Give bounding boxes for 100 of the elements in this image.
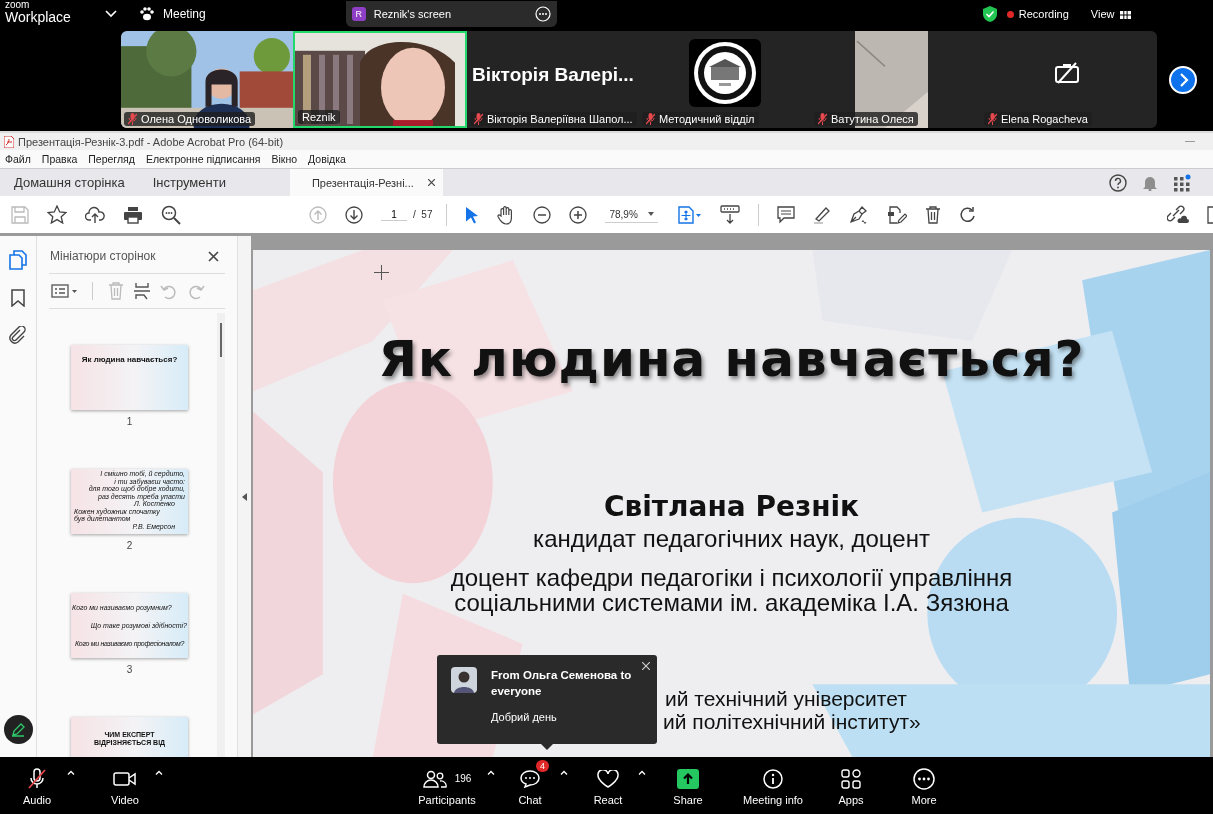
panel-icon[interactable] — [1207, 205, 1213, 224]
view-button[interactable]: View — [1090, 8, 1115, 20]
trash-icon[interactable] — [924, 205, 941, 224]
page-number: 1 — [126, 416, 133, 427]
window-title: Презентація-Резнік-3.pdf - Adobe Acrobat Pro (64-bit) — [18, 135, 285, 148]
help-icon[interactable] — [1109, 173, 1127, 192]
slide-text: доцент кафедри педагогіки і психології управління — [450, 565, 1013, 590]
panel-title: Мініатюри сторінок — [50, 249, 156, 263]
slide-title: Як людина навчається? — [378, 330, 1085, 388]
insert-page-icon[interactable] — [133, 282, 151, 300]
caret-icon[interactable] — [560, 769, 568, 775]
chat-bubble-icon — [520, 769, 540, 788]
user-avatar — [451, 667, 477, 693]
zoom-in-icon[interactable] — [569, 205, 588, 224]
thumbnail-text: Як людина навчається? — [80, 355, 179, 364]
star-icon[interactable] — [47, 205, 67, 224]
slide-text: ий технічний університет — [664, 687, 908, 710]
toolbar-button[interactable]: More — [894, 765, 954, 806]
toolbar-button[interactable]: Apps — [821, 765, 881, 806]
meeting-label[interactable]: Meeting — [163, 7, 206, 21]
menu-item[interactable]: Електронне підписання — [145, 153, 261, 165]
next-page-icon[interactable] — [345, 205, 363, 224]
participant-display-name: Вікторія Валері... — [472, 63, 634, 86]
tab[interactable]: Презентація-Резні... — [289, 169, 443, 196]
chevron-down-icon[interactable] — [105, 10, 117, 18]
page-number: 3 — [126, 664, 133, 675]
edit-document-icon[interactable] — [886, 204, 907, 225]
menu-item[interactable]: Перегляд — [88, 153, 135, 165]
scrollbar-thumb[interactable] — [220, 323, 222, 357]
grid-icon[interactable] — [1119, 9, 1131, 19]
page-thumbnail[interactable]: Як людина навчається? — [71, 345, 188, 410]
video-tile[interactable]: Ватутина Олеся — [811, 31, 981, 128]
menu-item[interactable]: Вікно — [271, 153, 298, 165]
participant-name: Вікторія Валеріївна Шапол... — [487, 113, 633, 125]
slide-text: соціальними системами ім. академіка І.А. Зязюна — [454, 590, 1009, 615]
video-tile[interactable]: Олена Одноволикова — [121, 31, 293, 128]
apps-grid-icon[interactable] — [1173, 173, 1191, 192]
scroll-mode-icon[interactable] — [719, 204, 740, 225]
recording-dot-icon — [1006, 10, 1014, 18]
screen-share-pill[interactable]: R Reznik's screen — [345, 1, 557, 27]
toolbar-button[interactable]: React — [578, 765, 638, 806]
caret-icon[interactable] — [67, 769, 75, 775]
chat-notification[interactable]: From Ольга Семенова to everyone Добрий день — [437, 655, 657, 744]
link-cloud-icon[interactable] — [1167, 204, 1189, 225]
video-tile[interactable]: Elena Rogacheva — [981, 31, 1153, 128]
paperclip-icon[interactable] — [9, 326, 27, 344]
highlighter-icon[interactable] — [812, 205, 831, 224]
more-icon[interactable] — [534, 6, 551, 22]
menu-item[interactable]: Правка — [41, 153, 78, 165]
share-screen-icon — [677, 768, 699, 789]
comment-icon[interactable] — [776, 205, 795, 224]
video-tile[interactable]: Reznik — [293, 31, 467, 128]
video-camera-icon — [113, 770, 137, 787]
bell-icon[interactable] — [1143, 174, 1157, 191]
close-icon[interactable] — [427, 179, 435, 186]
edit-pencil-button[interactable] — [3, 715, 33, 744]
pen-icon[interactable] — [848, 205, 869, 224]
slide-text: ий політехнічний інститут» — [663, 710, 921, 733]
toolbar-button[interactable]: 196 Participants — [407, 765, 487, 806]
people-icon — [422, 769, 447, 788]
bookmark-icon[interactable] — [11, 289, 25, 307]
cloud-upload-icon[interactable] — [85, 205, 105, 224]
recording-label[interactable]: Recording — [1018, 8, 1069, 20]
share-label: Reznik's screen — [373, 8, 452, 20]
cursor-icon[interactable] — [465, 205, 480, 224]
toolbar-button[interactable]: Audio — [7, 765, 67, 806]
video-tile[interactable]: Методичний відділ — [639, 31, 811, 128]
caret-icon[interactable] — [487, 769, 495, 775]
redo-icon[interactable] — [958, 205, 977, 224]
participant-name: Ватутина Олеся — [831, 113, 914, 125]
caret-icon[interactable] — [155, 769, 163, 775]
shield-icon[interactable] — [982, 6, 997, 22]
caret-icon[interactable] — [638, 769, 646, 775]
chat-sender: From Ольга Семенова to everyone — [491, 668, 633, 699]
search-icon[interactable] — [161, 204, 181, 225]
fit-page-icon[interactable] — [677, 205, 702, 224]
slide-author: Світлана Резнік — [603, 490, 860, 523]
menu-item[interactable]: Довідка — [308, 153, 346, 165]
participant-name: Reznik — [302, 111, 336, 123]
close-icon[interactable] — [208, 250, 219, 262]
zoom-out-icon[interactable] — [533, 205, 552, 224]
print-icon[interactable] — [123, 205, 143, 224]
heart-icon — [597, 769, 619, 788]
page-count: / 57 — [413, 209, 433, 220]
pages-icon[interactable] — [9, 250, 27, 270]
menu-item[interactable]: Файл — [5, 153, 31, 165]
camera-off-icon — [1054, 61, 1080, 84]
crosshair-cursor-icon — [374, 265, 389, 280]
page-number: 2 — [126, 540, 133, 551]
collapse-arrow-icon[interactable] — [242, 492, 247, 501]
page-number-field[interactable]: 1 — [381, 208, 407, 221]
options-menu-icon[interactable] — [51, 284, 77, 298]
more-icon — [913, 767, 935, 790]
video-tile[interactable]: Вікторія Валері... Вікторія Валеріївна Шапол... — [467, 31, 639, 128]
toolbar-button[interactable]: Share — [658, 765, 718, 806]
info-icon — [763, 768, 783, 789]
zoom-dropdown[interactable]: 78,9% — [605, 206, 658, 223]
toolbar-button[interactable]: Video — [95, 765, 155, 806]
pdf-icon — [4, 135, 14, 148]
toolbar-button[interactable]: Meeting info — [733, 765, 813, 806]
